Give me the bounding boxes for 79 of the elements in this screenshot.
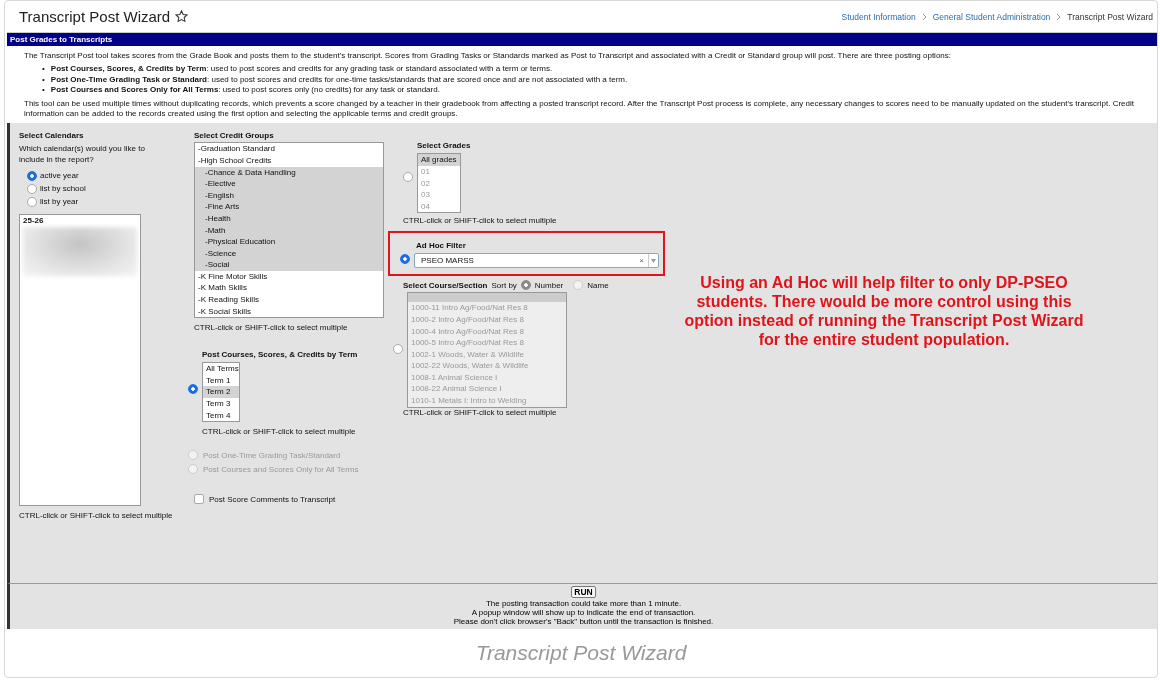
radio-button[interactable] xyxy=(403,172,413,183)
section-bar: Post Grades to Transcripts xyxy=(7,33,1157,46)
option-description: Post Courses and Scores Only for All Terms: used to post scores only (no credits) for any task or standard. xyxy=(50,85,440,96)
section-heading: Select Course/Section xyxy=(403,280,488,290)
list-option[interactable]: -Chance & Data Handling xyxy=(195,166,383,179)
filter-field[interactable]: PSEO MARSS × xyxy=(414,253,659,269)
option-label: Name xyxy=(587,280,609,290)
hint-text: CTRL-click or SHIFT-click to select multiple xyxy=(403,407,557,417)
list-option[interactable]: -K Social Skills xyxy=(195,305,383,318)
list-option[interactable]: -K Reading Skills xyxy=(195,294,383,306)
page-title: Transcript Post Wizard xyxy=(19,8,171,25)
intro-paragraph: This tool can be used multiple times without duplicating records, which prevents a score changed by a teacher in their gradebook from affecting a posted transcript record. After the Transcript Post process is complete, any necessary changes to scores need to be manually updated on the student's transcript. Credit information can be added to the records created using the first option and selecting the applicable terms and credit groups. xyxy=(24,98,1135,120)
list-option[interactable]: -K Math Skills xyxy=(195,282,383,295)
radio-button[interactable] xyxy=(27,183,37,194)
section-heading: Select Credit Groups xyxy=(194,131,275,141)
hint-text: CTRL-click or SHIFT-click to select multiple xyxy=(19,511,174,521)
option-label: active year xyxy=(40,171,79,181)
notice-text: Please don't click browser's "Back" button until the transaction is finished. xyxy=(453,617,714,627)
radio-button[interactable] xyxy=(188,384,198,395)
hint-text: CTRL-click or SHIFT-click to select multiple xyxy=(202,427,357,437)
chevron-icon xyxy=(921,12,927,21)
list-option[interactable]: -High School Credits xyxy=(195,154,383,167)
option-label: Post One-Time Grading Task/Standard xyxy=(203,450,341,460)
breadcrumb-current: Transcript Post Wizard xyxy=(1067,11,1153,22)
course-list[interactable] xyxy=(407,292,567,408)
list-option[interactable]: All grades xyxy=(418,154,460,166)
blank-option[interactable] xyxy=(408,293,566,303)
checkbox[interactable] xyxy=(194,494,204,505)
list-option[interactable]: Term 1 xyxy=(203,374,239,387)
notice-text: A popup window will show up to indicate the end of transaction. xyxy=(471,608,696,618)
dropdown-icon[interactable] xyxy=(651,258,656,263)
grade-list[interactable]: All grades 01 02 03 04 xyxy=(417,153,461,214)
star-icon[interactable] xyxy=(175,10,189,23)
notice-text: The posting transaction could take more than 1 minute. xyxy=(485,599,682,609)
chevron-icon xyxy=(1056,12,1062,21)
radio-button[interactable] xyxy=(27,196,37,207)
list-option[interactable]: -K Fine Motor Skills xyxy=(195,270,383,283)
radio-button[interactable] xyxy=(520,280,531,291)
option-label: Number xyxy=(534,280,564,290)
radio-button[interactable] xyxy=(27,170,37,181)
radio-button[interactable] xyxy=(400,254,410,265)
list-option[interactable]: Term 4 xyxy=(203,409,239,422)
radio-button[interactable] xyxy=(393,344,403,354)
option-label: Post Score Comments to Transcript xyxy=(209,494,336,504)
breadcrumb-link[interactable]: Student Information xyxy=(841,11,916,22)
bullet-mark: • xyxy=(42,64,45,75)
option-label: Post Courses and Scores Only for All Terms xyxy=(203,464,359,474)
section-heading: Post Courses, Scores, & Credits by Term xyxy=(202,350,358,360)
hint-text: CTRL-click or SHIFT-click to select multiple xyxy=(194,323,349,333)
list-option[interactable]: -Physical Education xyxy=(195,236,383,248)
run-button[interactable]: RUN xyxy=(571,586,596,598)
list-option[interactable]: All Terms xyxy=(203,363,239,375)
sort-label: Sort by xyxy=(491,280,517,290)
section-heading: Select Calendars xyxy=(19,131,85,141)
option-label: list by school xyxy=(40,184,86,194)
list-option[interactable]: Term 2 xyxy=(203,386,239,399)
calendar-list[interactable]: 25-26 xyxy=(19,214,141,507)
intro-paragraph: The Transcript Post tool takes scores from the Grade Book and posts them to the student's transcript. Scores from Grading Tasks or Standards marked as Post to Transcript and associated with a Credit or Standard group will post. There are three posting options: xyxy=(24,51,953,62)
figure-caption: Transcript Post Wizard xyxy=(474,640,688,666)
annotation-text: Using an Ad Hoc will help filter to only DP-PSEO students. There would be more control using this option instead of running the Transcript Post Wizard for the entire student population. xyxy=(683,273,1085,351)
hint-text: CTRL-click or SHIFT-click to select multiple xyxy=(403,216,558,226)
clear-button[interactable]: × xyxy=(635,256,648,266)
question-text: Which calendar(s) would you like to include in the report? xyxy=(19,144,146,166)
list-option[interactable]: -Graduation Standard xyxy=(195,143,383,155)
bullet-mark: • xyxy=(42,74,45,86)
bullet-mark: • xyxy=(42,85,45,96)
term-list[interactable]: All Terms Term 1 Term 2 Term 3 Term 4 xyxy=(202,362,240,423)
list-option[interactable]: 25-26 xyxy=(20,215,140,227)
option-description: Post One-Time Grading Task or Standard: used to post scores and credits for one-time tasks/standards that are scored once and are not associated with a term. xyxy=(50,74,628,86)
section-heading: Select Grades xyxy=(417,141,471,151)
breadcrumb-link[interactable]: General Student Administration xyxy=(932,11,1051,22)
option-label: list by year xyxy=(40,197,79,207)
section-heading: Ad Hoc Filter xyxy=(416,241,466,251)
option-description: Post Courses, Scores, & Credits by Term: used to post scores and credits for any grading task or standard associated with a term or terms. xyxy=(50,64,553,75)
list-option[interactable]: Term 3 xyxy=(203,398,239,410)
list-option[interactable]: -Elective xyxy=(195,178,383,190)
list-option[interactable]: -Fine Arts xyxy=(195,201,383,213)
credit-group-list[interactable] xyxy=(194,142,384,319)
list-option[interactable]: -Social xyxy=(195,259,383,271)
